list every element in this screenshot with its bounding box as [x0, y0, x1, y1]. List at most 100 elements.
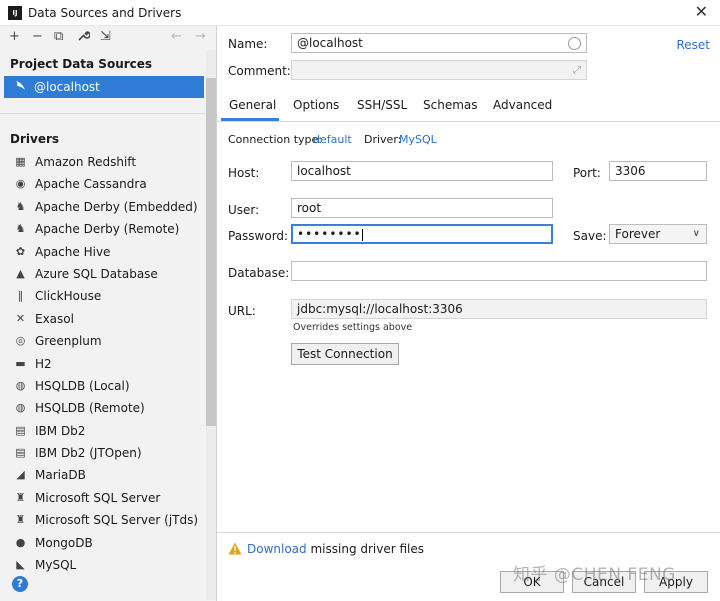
host-input[interactable]: localhost: [291, 161, 553, 181]
driver-label: Greenplum: [35, 334, 102, 349]
driver-item[interactable]: ◣ MySQL: [0, 554, 205, 576]
url-label: URL:: [228, 304, 256, 318]
name-input-value: @localhost: [297, 36, 363, 50]
name-input[interactable]: @localhost: [291, 33, 587, 53]
help-icon[interactable]: ?: [12, 576, 28, 592]
tab-options[interactable]: Options: [293, 98, 339, 112]
connection-type-link[interactable]: default: [313, 133, 352, 146]
tab-general[interactable]: General: [229, 98, 276, 112]
driver-label: IBM Db2: [35, 423, 86, 438]
host-label: Host:: [228, 166, 260, 180]
color-circle-icon[interactable]: [568, 37, 581, 50]
sidebar-scrollbar[interactable]: [206, 50, 216, 600]
password-input-value: ••••••••: [297, 227, 362, 241]
driver-item[interactable]: ▲ Azure SQL Database: [0, 263, 205, 285]
ibm-icon: ▤: [15, 446, 26, 460]
h2-icon: ▬: [15, 356, 26, 370]
exasol-icon: ✕: [15, 311, 26, 325]
driver-label: Microsoft SQL Server: [35, 490, 161, 505]
driver-list: ▦ Amazon Redshift ◉ Apache Cassandra ♞ Apache…: [0, 151, 205, 601]
driver-item[interactable]: ◉ Apache Cassandra: [0, 173, 205, 195]
driver-link[interactable]: MySQL: [399, 133, 437, 146]
wrench-icon[interactable]: [77, 29, 91, 47]
import-icon[interactable]: ⇲: [100, 29, 111, 45]
ibm-icon: ▤: [15, 423, 26, 437]
mssql-icon: ♜: [15, 513, 26, 527]
download-message-text: missing driver files: [306, 542, 425, 556]
driver-item[interactable]: ▬ H2: [0, 353, 205, 375]
project-data-sources-header: Project Data Sources: [10, 57, 153, 71]
driver-item[interactable]: ▤ IBM Db2 (JTOpen): [0, 442, 205, 464]
tab-advanced[interactable]: Advanced: [493, 98, 552, 112]
user-input[interactable]: root: [291, 198, 553, 218]
driver-item[interactable]: ✿ Apache Hive: [0, 241, 205, 263]
driver-item[interactable]: ♞ Apache Derby (Embedded): [0, 196, 205, 218]
main-panel: Name: @localhost Reset Comment: ⤢ Genera…: [217, 26, 720, 601]
driver-item[interactable]: ◍ HSQLDB (Local): [0, 375, 205, 397]
name-label: Name:: [228, 37, 268, 51]
driver-item[interactable]: ♞ Apache Derby (Remote): [0, 218, 205, 240]
driver-item[interactable]: ▤ IBM Db2: [0, 420, 205, 442]
driver-item[interactable]: ♜ Microsoft SQL Server: [0, 487, 205, 509]
tab-ssh-ssl[interactable]: SSH/SSL: [357, 98, 407, 112]
drivers-header: Drivers: [10, 132, 60, 146]
hsqldb-icon: ◍: [15, 378, 26, 392]
download-link[interactable]: Download: [247, 542, 307, 556]
app-icon: IJ: [8, 6, 22, 20]
save-label: Save:: [573, 229, 607, 243]
active-tab-indicator: [221, 118, 279, 121]
driver-item[interactable]: ◍ HSQLDB (Remote): [0, 397, 205, 419]
data-source-item[interactable]: @localhost: [4, 76, 204, 98]
password-input[interactable]: ••••••••: [291, 224, 553, 244]
back-arrow-icon[interactable]: ←: [171, 29, 182, 45]
driver-label: ClickHouse: [35, 289, 102, 304]
database-label: Database:: [228, 266, 290, 280]
driver-item[interactable]: ♜ Microsoft SQL Server (jTds): [0, 509, 205, 531]
mssql-icon: ♜: [15, 490, 26, 504]
save-select-value: Forever: [615, 227, 661, 241]
comment-label: Comment:: [228, 64, 291, 78]
driver-item[interactable]: ● MongoDB: [0, 532, 205, 554]
driver-item[interactable]: ◢ MariaDB: [0, 464, 205, 486]
driver-label: IBM Db2 (JTOpen): [35, 446, 142, 461]
close-icon[interactable]: ✕: [695, 2, 708, 21]
comment-input[interactable]: ⤢: [291, 60, 587, 80]
text-cursor: [361, 228, 363, 241]
url-input[interactable]: jdbc:mysql://localhost:3306: [291, 299, 707, 319]
driver-item[interactable]: ✕ Exasol: [0, 308, 205, 330]
window-title: Data Sources and Drivers: [28, 6, 182, 20]
footer-divider: [217, 532, 720, 533]
save-select[interactable]: Forever ∨: [609, 224, 707, 244]
sidebar: + − ⧉ ⇲ ← → Project Data Sources @localh…: [0, 26, 217, 601]
reset-link[interactable]: Reset: [676, 38, 710, 52]
driver-item[interactable]: ▦ Amazon Redshift: [0, 151, 205, 173]
driver-label: H2: [35, 356, 52, 371]
tab-schemas[interactable]: Schemas: [423, 98, 478, 112]
connection-type-label: Connection type:: [228, 133, 323, 146]
clickhouse-icon: ‖: [17, 289, 24, 303]
driver-label: Apache Derby (Embedded): [35, 199, 198, 214]
test-connection-button[interactable]: Test Connection: [291, 343, 399, 365]
driver-label: Amazon Redshift: [35, 155, 137, 169]
chevron-down-icon: ∨: [692, 228, 700, 239]
driver-item[interactable]: ◎ Greenplum: [0, 330, 205, 352]
driver-label: MariaDB: [35, 468, 86, 483]
add-icon[interactable]: +: [9, 29, 20, 45]
greenplum-icon: ◎: [15, 334, 26, 348]
download-message: Download missing driver files: [247, 542, 424, 556]
driver-label: Apache Derby (Remote): [35, 222, 180, 237]
port-input[interactable]: 3306: [609, 161, 707, 181]
driver-label: Exasol: [35, 311, 74, 326]
remove-icon[interactable]: −: [32, 29, 43, 45]
mysql-icon: ◣: [16, 558, 25, 572]
driver-label: Apache Hive: [35, 244, 111, 259]
forward-arrow-icon[interactable]: →: [195, 29, 206, 45]
port-label: Port:: [573, 166, 601, 180]
database-input[interactable]: [291, 261, 707, 281]
password-label: Password:: [228, 229, 289, 243]
driver-item[interactable]: ‖ ClickHouse: [0, 285, 205, 307]
redshift-icon: ▦: [15, 155, 26, 168]
copy-icon[interactable]: ⧉: [54, 29, 63, 45]
expand-icon[interactable]: ⤢: [573, 64, 581, 78]
scrollbar-thumb[interactable]: [206, 78, 216, 426]
